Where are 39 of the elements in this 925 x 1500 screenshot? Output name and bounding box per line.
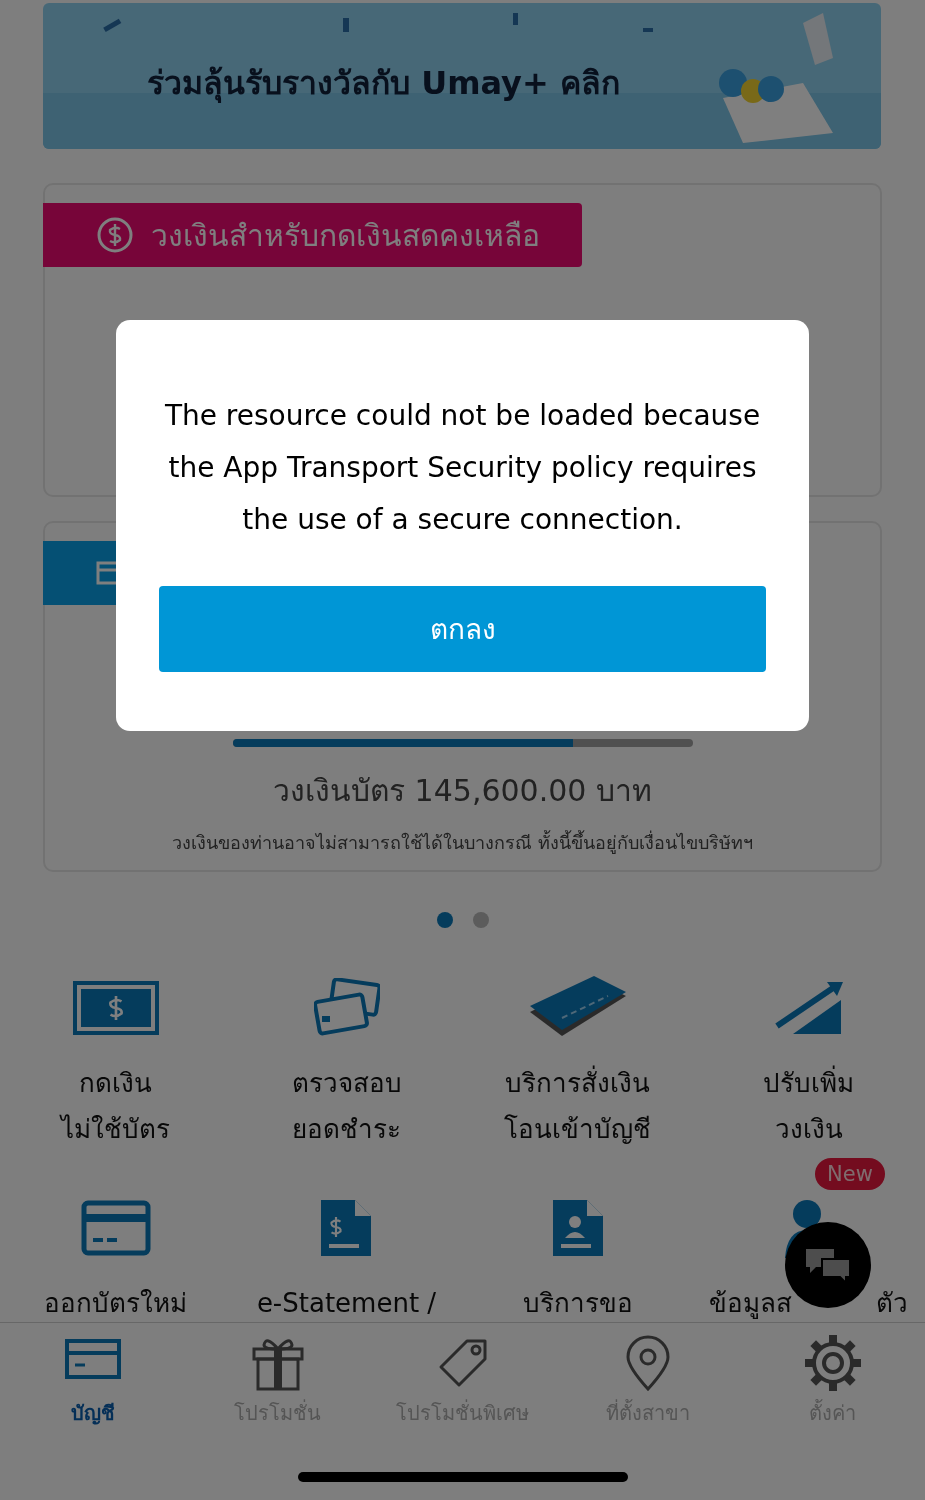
service-item[interactable]: ปรับเพิ่ม วงเงิน <box>763 968 854 1152</box>
card-icon <box>80 1200 151 1256</box>
banner-title: ร่วมลุ้นรับรางวัลกับ Umay+ คลิก <box>147 63 620 105</box>
service-label: โอนเข้าบัญชี <box>504 1113 651 1146</box>
carousel-dot[interactable] <box>436 912 453 928</box>
service-item[interactable]: บริการขอ <box>522 1188 633 1322</box>
new-badge: New <box>815 1158 885 1190</box>
service-label: ตรวจสอบ <box>291 1067 402 1100</box>
service-label: วงเงิน <box>774 1113 843 1146</box>
limit-note: วงเงินของท่านอาจไม่สามารถใช้ได้ในบางกรณี ทั้งนี้ขึ้นอยู่กับเงื่อนไขบริษัทฯ <box>171 829 754 856</box>
service-label: ตัว <box>876 1287 908 1320</box>
alert-message: The resource could not be loaded because the App Transport Security policy requires the use of a secure connection. <box>163 398 762 538</box>
promo-banner[interactable]: ร่วมลุ้นรับรางวัลกับ Umay+ คลิก <box>43 3 881 149</box>
service-item[interactable]: ตรวจสอบ ยอดชำระ <box>291 968 402 1152</box>
ok-button[interactable]: ตกลง <box>159 586 766 672</box>
service-label: e-Statement / <box>256 1287 437 1320</box>
service-label: ยอดชำระ <box>292 1113 401 1146</box>
tab-bar-item[interactable]: บัญชี <box>0 1333 185 1442</box>
service-label: ออกบัตรใหม่ <box>44 1287 187 1320</box>
carousel-dot[interactable] <box>472 912 489 928</box>
credit-limit: วงเงินบัตร 145,600.00 บาท <box>272 772 653 810</box>
credit-cards-icon <box>313 978 380 1038</box>
card-title: วงเงินสำหรับกดเงินสดคงเหลือ <box>151 216 540 255</box>
service-label: บริการสั่งเงิน <box>505 1060 650 1106</box>
service-label: ปรับเพิ่ม <box>763 1060 854 1106</box>
service-label: ข้อมูลส <box>709 1287 792 1321</box>
service-item[interactable]: กดเงิน ไม่ใช้บัตร <box>61 968 170 1152</box>
service-item[interactable]: บริการสั่งเงิน โอนเข้าบัญชี <box>504 968 651 1152</box>
dollar-icon <box>97 217 133 253</box>
document-dollar-icon <box>319 1198 374 1258</box>
service-label: กดเงิน <box>79 1067 152 1100</box>
service-item[interactable]: ออกบัตรใหม่ <box>44 1188 187 1322</box>
service-label: ไม่ใช้บัตร <box>61 1113 170 1146</box>
increase-icon <box>772 980 845 1036</box>
settings-icon <box>802 1333 863 1393</box>
document-person-icon <box>550 1198 605 1258</box>
service-label: บริการขอ <box>522 1287 633 1320</box>
cash-icon <box>72 981 159 1035</box>
service-item[interactable]: e-Statement / <box>256 1188 437 1322</box>
